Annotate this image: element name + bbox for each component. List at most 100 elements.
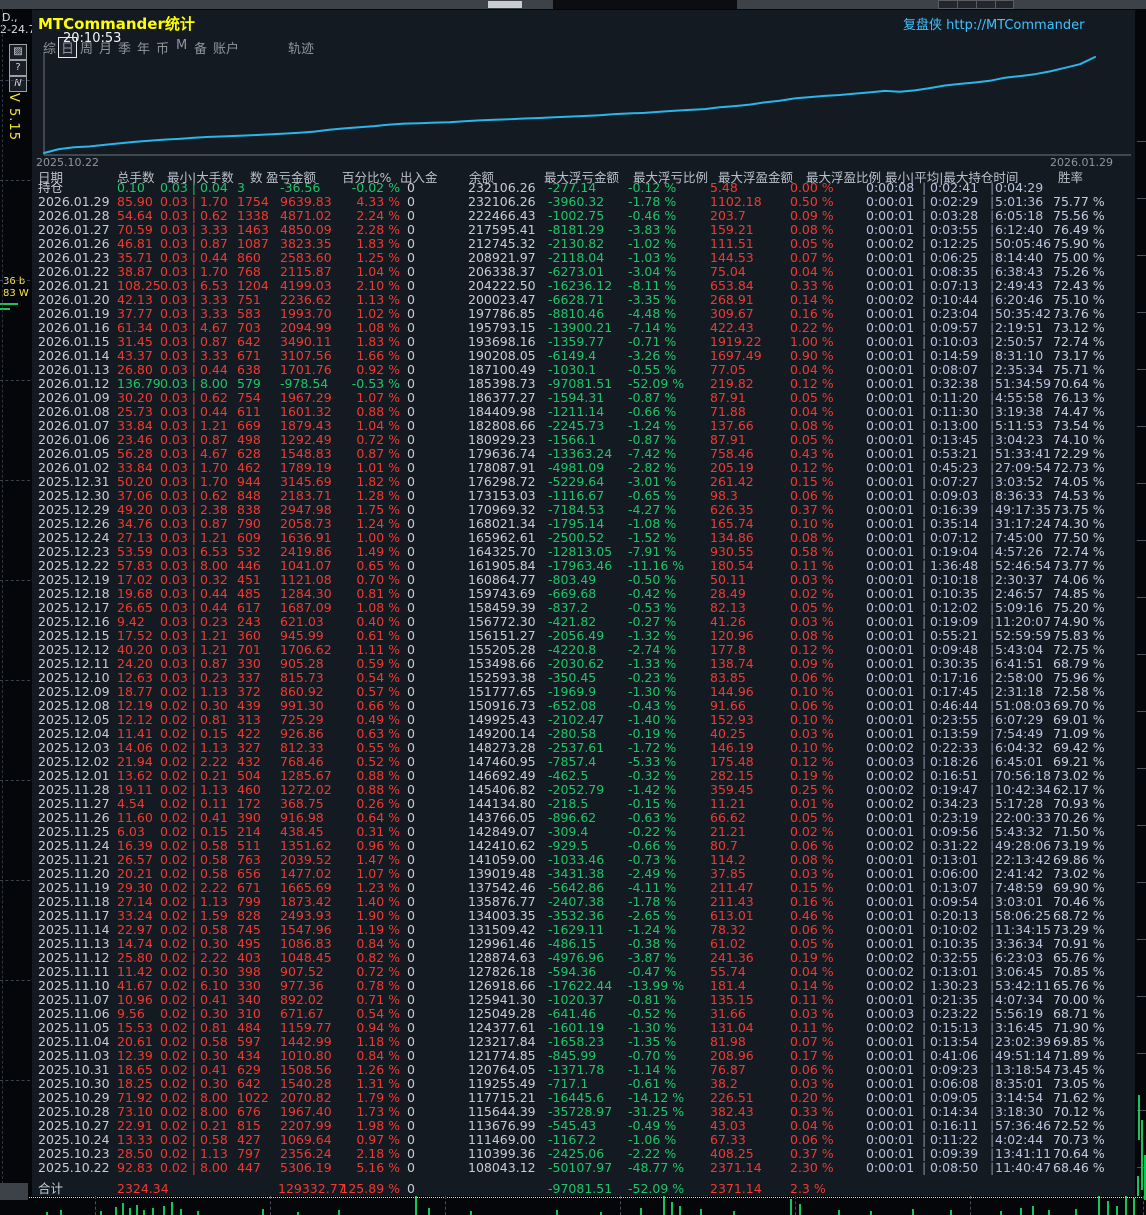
stats-window[interactable]: MTCommander统计 复盘侠 http://MTCommander 20:… xyxy=(32,10,1135,1196)
cell: 0:12:02 xyxy=(930,600,979,615)
cell: 6:04:32 xyxy=(995,740,1044,755)
cell: 0:19:09 xyxy=(930,614,979,629)
cell: 28.49 xyxy=(710,586,746,601)
cell: 0:22:33 xyxy=(930,740,979,755)
cell: 0:41:06 xyxy=(930,1048,979,1063)
cell: 1351.62 xyxy=(280,838,332,853)
cell: 0.10 % xyxy=(790,740,834,755)
cell: 2070.82 xyxy=(280,1090,332,1105)
cell: -1601.19 xyxy=(548,1020,605,1035)
cell: 2025.10.30 xyxy=(38,1076,110,1091)
cell: 0.59 % xyxy=(356,656,400,671)
cell: 0.02 | 0.30 xyxy=(160,964,228,979)
cell: 0 xyxy=(407,544,415,559)
cell: 0.65 % xyxy=(356,558,400,573)
cell: 0:00:01 xyxy=(866,880,915,895)
cell: 1048.45 xyxy=(280,950,332,965)
tick-bar xyxy=(1048,1210,1050,1215)
cell: -52.09 % xyxy=(628,1181,685,1196)
cell: | xyxy=(990,1104,995,1119)
cell: 763 xyxy=(237,852,261,867)
cell: 0:00:01 xyxy=(866,390,915,405)
cell: -0.15 % xyxy=(628,796,677,811)
cell: 75.71 % xyxy=(1053,362,1105,377)
cell: 2025.11.18 xyxy=(38,894,110,909)
cell: 0:00:01 xyxy=(866,1090,915,1105)
cell: 1919.22 xyxy=(710,334,762,349)
cell: 177.8 xyxy=(710,642,746,657)
table-row: 2025.12.15 17.52 0.03 | 1.21 360 945.99 0.61 … xyxy=(32,629,1135,643)
cell: 0.63 % xyxy=(356,726,400,741)
cell: 2026.01.14 xyxy=(38,348,110,363)
cell: 916.98 xyxy=(280,810,324,825)
cell: 0:09:56 xyxy=(930,824,979,839)
menu-item-11[interactable]: 轨迹 xyxy=(288,38,314,57)
cell: 372 xyxy=(237,684,261,699)
table-row: 2025.11.10 41.67 0.02 | 6.10 330 977.36 0.78 … xyxy=(32,979,1135,993)
cell: 0.81 % xyxy=(356,586,400,601)
cell: 1:30:23 xyxy=(930,978,979,993)
cell: 2025.12.23 xyxy=(38,544,110,559)
cell: 41.67 xyxy=(117,978,153,993)
cell: 159.21 xyxy=(710,222,754,237)
cell: 1.73 % xyxy=(356,1104,400,1119)
cell: 3107.56 xyxy=(280,348,332,363)
cell: 0.03 | 0.23 xyxy=(160,614,228,629)
cell: | xyxy=(990,572,995,587)
cell: 158459.39 xyxy=(468,600,536,615)
grid-line xyxy=(95,1196,96,1215)
cell: 2026.01.15 xyxy=(38,334,110,349)
website-link[interactable]: 复盘侠 http://MTCommander xyxy=(903,14,1135,33)
cell: 0:00:01 xyxy=(866,586,915,601)
table-row: 2025.11.05 15.53 0.02 | 0.81 484 1159.77 0.94… xyxy=(32,1021,1135,1035)
cell: -1.30 % xyxy=(628,684,677,699)
cell: 0.37 % xyxy=(790,1146,834,1161)
cell: 382.43 xyxy=(710,1104,754,1119)
table-row: 2025.11.27 4.54 0.02 | 0.11 172 368.75 0.26 %… xyxy=(32,797,1135,811)
cell: 0.03 | 3.33 xyxy=(160,348,228,363)
cell: | xyxy=(922,334,927,349)
cell: | xyxy=(922,782,927,797)
cell: 30.20 xyxy=(117,390,153,405)
background-symbol-fragment: 36 b xyxy=(3,276,26,287)
cell: -1030.1 xyxy=(548,362,597,377)
cell: | xyxy=(922,572,927,587)
menu-item-8[interactable]: M xyxy=(176,38,187,53)
cell: 0.02 | 0.58 xyxy=(160,1132,228,1147)
cell: | xyxy=(922,1118,927,1133)
cell: 930.55 xyxy=(710,544,754,559)
cell: 69.42 % xyxy=(1053,740,1105,755)
cell: -0.32 % xyxy=(628,768,677,783)
cell: 2026.01.20 xyxy=(38,292,110,307)
cell: 0:00:02 xyxy=(866,1020,915,1035)
cell: -0.53 % xyxy=(351,376,400,391)
cell: 0.87 % xyxy=(356,446,400,461)
cell: 70.12 % xyxy=(1053,1104,1105,1119)
cell: 671.67 xyxy=(280,1006,324,1021)
menu-item-10[interactable]: 账户 xyxy=(213,38,239,57)
menu-item-1[interactable]: 综 xyxy=(43,38,56,57)
cell: 3145.69 xyxy=(280,474,332,489)
cell: 0.02 | 0.81 xyxy=(160,712,228,727)
cell: 2026.01.19 xyxy=(38,306,110,321)
cell: 0.03 | 0.87 xyxy=(160,236,228,251)
cell: 0.03 | 1.21 xyxy=(160,642,228,657)
cell: 73.02 % xyxy=(1053,866,1105,881)
cell: 135.15 xyxy=(710,992,754,1007)
cell: 0:00:01 xyxy=(866,698,915,713)
menu-item-6[interactable]: 年 xyxy=(137,38,150,57)
cell: -0.12 % xyxy=(628,180,677,195)
menu-item-9[interactable]: 备 xyxy=(194,38,207,57)
menu-item-7[interactable]: 币 xyxy=(156,38,169,57)
help-icon[interactable]: ? xyxy=(9,60,27,76)
table-row: 2025.12.16 9.42 0.03 | 0.23 243 621.03 0.40 %… xyxy=(32,615,1135,629)
n-tool-icon[interactable]: N xyxy=(9,76,27,92)
cell: -929.5 xyxy=(548,838,589,853)
cell: | xyxy=(922,810,927,825)
cell: 2:41:42 xyxy=(995,866,1044,881)
cell: 9.56 xyxy=(117,1006,145,1021)
cell: 2025.11.19 xyxy=(38,880,110,895)
cell: | xyxy=(922,1104,927,1119)
camera-icon[interactable]: ▨ xyxy=(9,44,27,60)
cell: 75.00 % xyxy=(1053,250,1105,265)
